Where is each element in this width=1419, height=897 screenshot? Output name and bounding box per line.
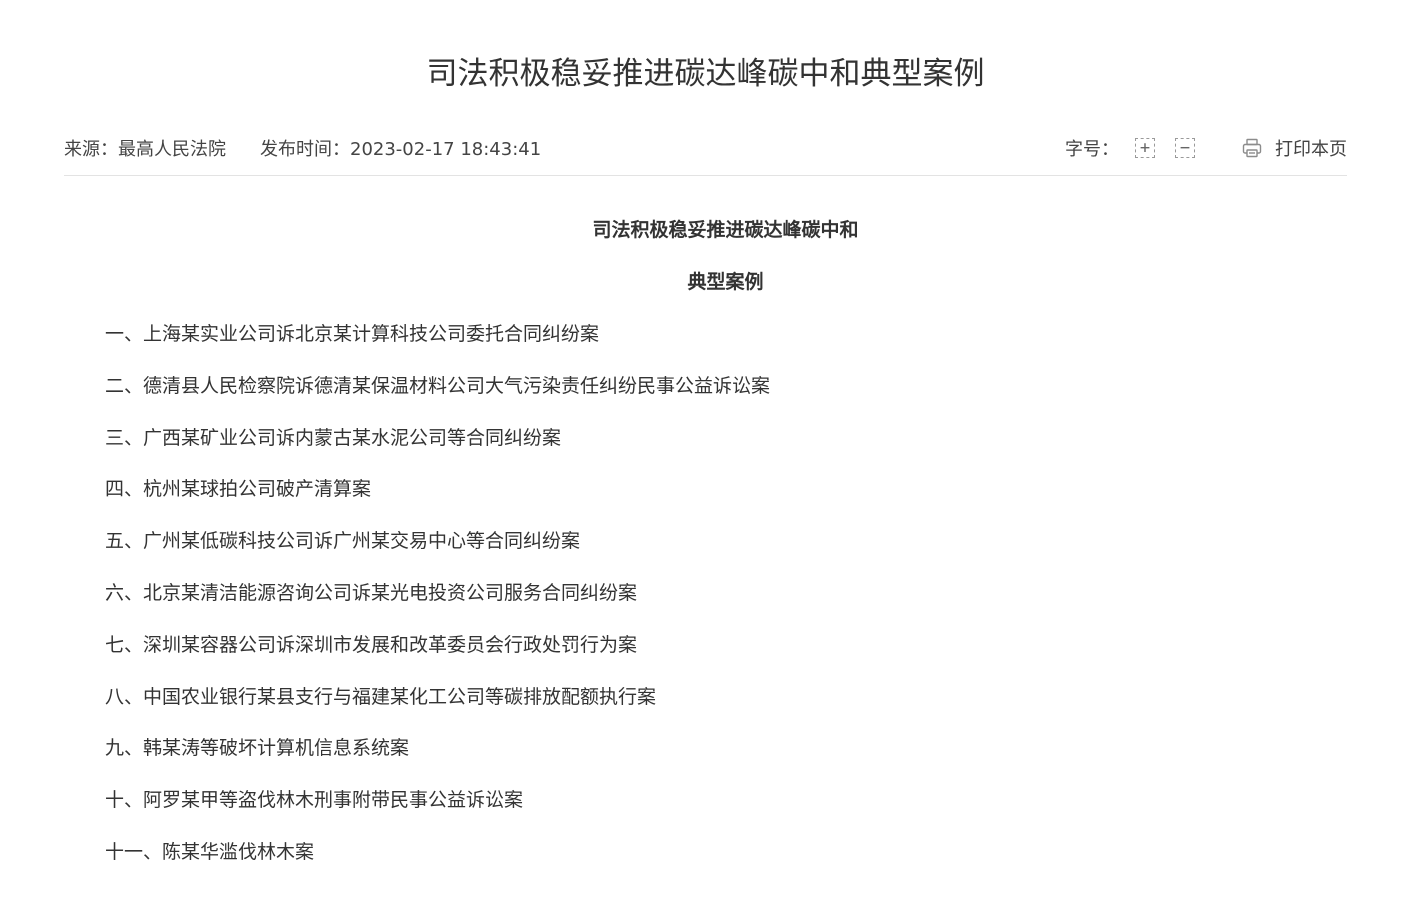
case-item-11: 十一、陈某华滥伐林木案	[105, 840, 315, 863]
article-meta-bar: 来源：最高人民法院 发布时间：2023-02-17 18:43:41 字号： +…	[64, 131, 1347, 176]
case-list: 一、上海某实业公司诉北京某计算科技公司委托合同纠纷案 二、德清县人民检察院诉德清…	[64, 314, 1347, 884]
case-item-2: 二、德清县人民检察院诉德清某保温材料公司大气污染责任纠纷民事公益诉讼案	[105, 374, 771, 397]
page-title: 司法积极稳妥推进碳达峰碳中和典型案例	[426, 56, 985, 92]
case-item-5: 五、广州某低碳科技公司诉广州某交易中心等合同纠纷案	[105, 530, 581, 553]
print-button[interactable]: 打印本页	[1241, 135, 1347, 161]
article-heading-line-1: 司法积极稳妥推进碳达峰碳中和	[592, 219, 859, 241]
case-item-3: 三、广西某矿业公司诉内蒙古某水泥公司等合同纠纷案	[105, 426, 562, 449]
publish-time: 发布时间：2023-02-17 18:43:41	[260, 139, 542, 160]
printer-icon	[1241, 137, 1263, 159]
case-item-4: 四、杭州某球拍公司破产清算案	[105, 478, 372, 501]
case-item-8: 八、中国农业银行某县支行与福建某化工公司等碳排放配额执行案	[105, 685, 657, 708]
article-heading-line-2: 典型案例	[687, 271, 764, 293]
article-body: 司法积极稳妥推进碳达峰碳中和 典型案例 一、上海某实业公司诉北京某计算科技公司委…	[64, 210, 1347, 884]
source-label: 来源：最高人民法院	[64, 139, 226, 160]
font-size-label: 字号：	[1065, 139, 1119, 160]
print-label: 打印本页	[1275, 139, 1347, 160]
case-item-7: 七、深圳某容器公司诉深圳市发展和改革委员会行政处罚行为案	[105, 633, 638, 656]
font-decrease-button[interactable]: −	[1175, 138, 1195, 158]
meta-right: 字号： + − 打印本页	[1065, 131, 1347, 165]
case-item-10: 十、阿罗某甲等盗伐林木刑事附带民事公益诉讼案	[105, 789, 524, 812]
case-item-1: 一、上海某实业公司诉北京某计算科技公司委托合同纠纷案	[105, 323, 600, 345]
meta-left: 来源：最高人民法院 发布时间：2023-02-17 18:43:41	[64, 131, 541, 165]
case-item-9: 九、韩某涛等破坏计算机信息系统案	[105, 737, 410, 760]
case-item-6: 六、北京某清洁能源咨询公司诉某光电投资公司服务合同纠纷案	[105, 581, 638, 604]
font-increase-button[interactable]: +	[1135, 138, 1155, 158]
